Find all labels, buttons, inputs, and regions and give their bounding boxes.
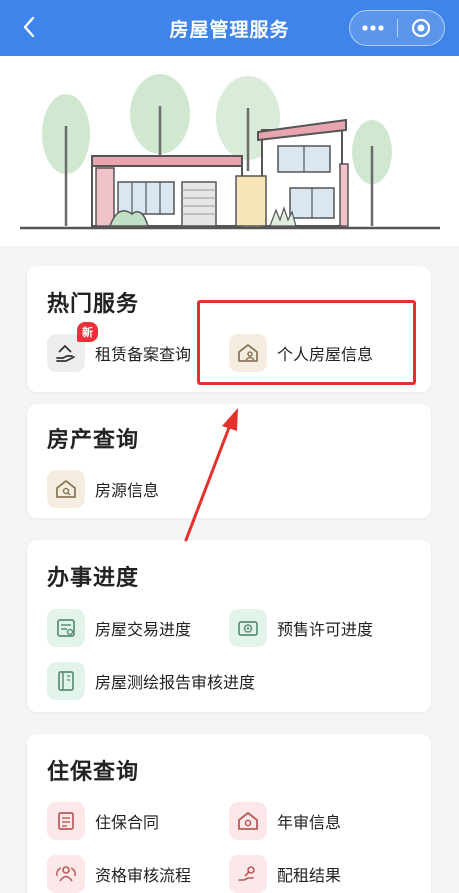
contract-doc-icon [58,812,74,830]
new-badge: 新 [77,322,98,342]
item-label: 年审信息 [277,813,342,832]
more-dots-icon [362,25,384,31]
item-label: 配租结果 [277,866,342,885]
section-title: 热门服务 [47,292,140,317]
survey-report-progress-item[interactable]: 房屋测绘报告审核进度 [47,661,255,701]
permit-card-icon [238,621,258,636]
mini-program-capsule [349,10,445,46]
icon-tile [47,470,85,508]
people-flow-icon [56,866,76,882]
item-label: 租赁备案查询 [95,345,192,364]
house-check-icon [238,812,258,830]
survey-report-icon [58,671,74,691]
property-query-card: 房产查询 房源信息 [27,404,431,518]
presale-permit-progress-item[interactable]: 预售许可进度 [229,608,373,648]
icon-tile: 新 [47,322,98,372]
target-circle-icon [411,18,430,38]
chevron-left-icon [23,16,35,38]
nav-bar: 房屋管理服务 [0,0,459,56]
close-button[interactable] [397,10,444,46]
icon-tile [47,855,85,893]
icon-tile [229,802,267,840]
hand-house-icon [56,344,75,362]
item-label: 资格审核流程 [95,866,192,885]
item-label: 预售许可进度 [277,620,374,639]
rental-filing-query-item[interactable]: 新 租赁备案查询 [47,322,192,373]
housing-contract-item[interactable]: 住保合同 [47,801,159,841]
icon-tile [47,662,85,700]
icon-tile [229,855,267,893]
rental-allocation-result-item[interactable]: 配租结果 [229,854,341,893]
housing-security-card: 住保查询 住保合同 年审信息 资格审核流程 配租结果 [27,734,431,893]
banner-illustration [0,56,459,246]
progress-card: 办事进度 房屋交易进度 预售许可进度 房屋测绘报告审核进度 [27,540,431,712]
transaction-progress-item[interactable]: 房屋交易进度 [47,608,191,648]
house-illustration [20,74,440,230]
annual-review-info-item[interactable]: 年审信息 [229,801,341,841]
icon-tile [229,609,267,647]
hand-key-icon [238,866,255,881]
section-title: 办事进度 [47,566,140,591]
qualification-review-item[interactable]: 资格审核流程 [47,854,191,893]
back-button[interactable] [14,12,44,42]
section-title: 房产查询 [47,428,140,453]
section-title: 住保查询 [47,760,140,785]
annotation-highlight-box [197,300,416,385]
icon-tile [47,802,85,840]
page-title: 房屋管理服务 [169,18,290,41]
listing-info-item[interactable]: 房源信息 [47,469,159,509]
transaction-doc-icon [57,619,75,637]
item-label: 住保合同 [95,813,160,832]
icon-tile [47,609,85,647]
item-label: 房屋测绘报告审核进度 [95,673,256,692]
house-search-icon [56,480,76,498]
more-button[interactable] [350,10,397,46]
item-label: 房屋交易进度 [95,620,192,639]
item-label: 房源信息 [95,481,160,500]
